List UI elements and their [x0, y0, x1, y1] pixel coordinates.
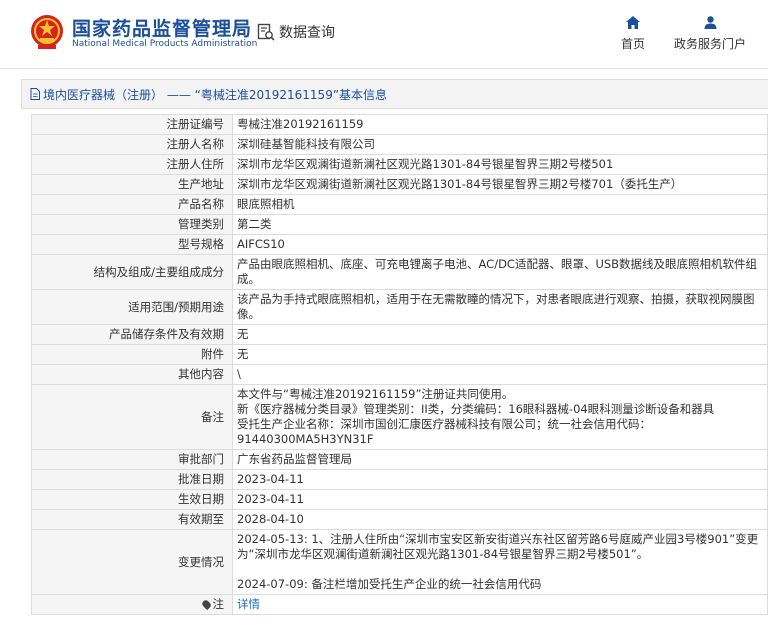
- record-detail-table-wrapper: 注册证编号 粤械注准20192161159 注册人名称 深圳硅基智能科技有限公司 注册人…: [31, 114, 768, 615]
- field-value-note: 详情: [232, 594, 768, 615]
- table-row: 适用范围/预期用途 该产品为手持式眼底照相机，适用于在无需散瞳的情况下，对患者眼底…: [31, 289, 768, 325]
- field-value: \: [232, 364, 768, 385]
- record-detail-table: 注册证编号 粤械注准20192161159 注册人名称 深圳硅基智能科技有限公司 注册人…: [31, 114, 768, 615]
- table-row: 管理类别 第二类: [31, 214, 768, 235]
- site-logo-subtitle: National Medical Products Administration: [72, 39, 258, 49]
- field-value: AIFCS10: [232, 234, 768, 255]
- field-label-note: 注: [31, 594, 233, 615]
- nav-home-label: 首页: [621, 37, 646, 51]
- field-value: 该产品为手持式眼底照相机，适用于在无需散瞳的情况下，对患者眼底进行观察、拍摄，获…: [232, 289, 768, 325]
- data-query-link[interactable]: 数据查询: [257, 22, 335, 42]
- table-row: 注册人名称 深圳硅基智能科技有限公司: [31, 134, 768, 155]
- field-value: 深圳市龙华区观澜街道新澜社区观光路1301-84号银星智界三期2号楼501: [232, 154, 768, 175]
- site-logo-title[interactable]: 国家药品监督管理局: [72, 14, 252, 41]
- field-label: 适用范围/预期用途: [31, 289, 233, 325]
- pin-icon: [200, 598, 212, 611]
- home-icon: [626, 16, 640, 29]
- field-label: 备注: [31, 384, 233, 450]
- field-value: 2024-05-13: 1、注册人住所由“深圳市宝安区新安街道兴东社区留芳路6号…: [232, 529, 768, 595]
- table-row: 审批部门 广东省药品监督管理局: [31, 449, 768, 470]
- data-query-label: 数据查询: [279, 25, 335, 41]
- table-row: 注册人住所 深圳市龙华区观澜街道新澜社区观光路1301-84号银星智界三期2号楼5…: [31, 154, 768, 175]
- record-title: 境内医疗器械（注册） —— “粤械注准20192161159”基本信息: [43, 87, 388, 102]
- field-value: 无: [232, 324, 768, 345]
- field-label: 附件: [31, 344, 233, 365]
- table-row: 备注 本文件与“粤械注准20192161159”注册证共同使用。 新《医疗器械分类…: [31, 384, 768, 450]
- field-value: 2023-04-11: [232, 469, 768, 490]
- nav-service-portal-label: 政务服务门户: [674, 37, 747, 51]
- table-row: 型号规格 AIFCS10: [31, 234, 768, 255]
- field-label: 注册证编号: [31, 114, 233, 135]
- field-label: 其他内容: [31, 364, 233, 385]
- table-row: 有效期至 2028-04-10: [31, 509, 768, 530]
- nav-service-portal[interactable]: 政务服务门户: [674, 16, 746, 52]
- table-row: 附件无: [31, 344, 768, 365]
- field-value: 深圳硅基智能科技有限公司: [232, 134, 768, 155]
- national-emblem-icon: [31, 15, 63, 49]
- field-value: 眼底照相机: [232, 194, 768, 215]
- table-row: 生效日期 2023-04-11: [31, 489, 768, 510]
- field-label: 产品储存条件及有效期: [31, 324, 233, 345]
- table-row: 注册证编号 粤械注准20192161159: [31, 114, 768, 135]
- field-value: 产品由眼底照相机、底座、可充电锂离子电池、AC/DC适配器、眼罩、USB数据线及…: [232, 254, 768, 290]
- data-query-icon: [257, 23, 275, 41]
- table-row: 批准日期 2023-04-11: [31, 469, 768, 490]
- field-label: 产品名称: [31, 194, 233, 215]
- field-label: 有效期至: [31, 509, 233, 530]
- field-label: 生效日期: [31, 489, 233, 510]
- field-value: 第二类: [232, 214, 768, 235]
- table-row: 产品名称 眼底照相机: [31, 194, 768, 215]
- site-header: 国家药品监督管理局 National Medical Products Admi…: [0, 0, 768, 69]
- field-value: 无: [232, 344, 768, 365]
- note-label: 注: [212, 597, 225, 611]
- field-label: 审批部门: [31, 449, 233, 470]
- table-row: 产品储存条件及有效期无: [31, 324, 768, 345]
- field-value: 2023-04-11: [232, 489, 768, 510]
- table-row: 结构及组成/主要组成成分 产品由眼底照相机、底座、可充电锂离子电池、AC/DC适配…: [31, 254, 768, 290]
- table-row: 变更情况 2024-05-13: 1、注册人住所由“深圳市宝安区新安街道兴东社区留…: [31, 529, 768, 595]
- table-row: 其他内容 \: [31, 364, 768, 385]
- field-label: 变更情况: [31, 529, 233, 595]
- field-label: 批准日期: [31, 469, 233, 490]
- nav-home[interactable]: 首页: [621, 16, 645, 52]
- field-value: 广东省药品监督管理局: [232, 449, 768, 470]
- field-label: 生产地址: [31, 174, 233, 195]
- record-title-bar: 境内医疗器械（注册） —— “粤械注准20192161159”基本信息: [21, 79, 768, 109]
- table-row-note: 注详情: [31, 594, 768, 615]
- detail-link[interactable]: 详情: [237, 597, 260, 611]
- document-icon: [30, 88, 40, 100]
- field-value: 粤械注准20192161159: [232, 114, 768, 135]
- field-value: 本文件与“粤械注准20192161159”注册证共同使用。 新《医疗器械分类目录…: [232, 384, 768, 450]
- table-row: 生产地址 深圳市龙华区观澜街道新澜社区观光路1301-84号银星智界三期2号楼70…: [31, 174, 768, 195]
- field-label: 注册人住所: [31, 154, 233, 175]
- field-label: 注册人名称: [31, 134, 233, 155]
- field-value: 深圳市龙华区观澜街道新澜社区观光路1301-84号银星智界三期2号楼701（委托…: [232, 174, 768, 195]
- field-label: 型号规格: [31, 234, 233, 255]
- user-icon: [704, 16, 716, 29]
- field-value: 2028-04-10: [232, 509, 768, 530]
- field-label: 结构及组成/主要组成成分: [31, 254, 233, 290]
- field-label: 管理类别: [31, 214, 233, 235]
